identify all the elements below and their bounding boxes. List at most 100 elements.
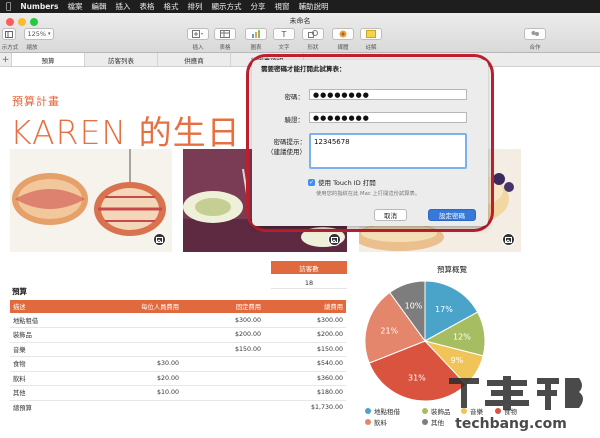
table-cell[interactable] bbox=[182, 356, 264, 372]
set-password-button[interactable]: 設定密碼 bbox=[428, 209, 476, 221]
legend-label: 地點租借 bbox=[374, 408, 400, 416]
guest-count-header[interactable]: 訪客數 bbox=[271, 261, 347, 274]
menu-item-share[interactable]: 分享 bbox=[250, 1, 265, 12]
table-cell[interactable]: $180.00 bbox=[264, 385, 346, 401]
menu-item-edit[interactable]: 編輯 bbox=[91, 1, 106, 12]
menu-app-name[interactable]: Numbers bbox=[20, 2, 58, 11]
verify-field[interactable]: ●●●●●●●● bbox=[309, 112, 467, 123]
collaborate-button[interactable] bbox=[524, 28, 546, 40]
apple-icon[interactable]:  bbox=[6, 2, 11, 12]
menu-item-file[interactable]: 檔案 bbox=[67, 1, 82, 12]
table-cell[interactable]: 食物 bbox=[10, 356, 96, 372]
shape-button[interactable] bbox=[302, 28, 324, 40]
zoom-label: 縮放 bbox=[26, 45, 38, 51]
budget-table[interactable]: 描述 每位人員費用 固定費用 總費用 地點租借 $300.00 $300.00 … bbox=[10, 300, 346, 415]
shape-label: 形狀 bbox=[307, 45, 319, 51]
table-cell[interactable]: $150.00 bbox=[264, 342, 346, 357]
total-label[interactable]: 總預算 bbox=[10, 399, 96, 415]
table-cell[interactable]: 裝飾品 bbox=[10, 327, 96, 343]
table-header-row: 描述 每位人員費用 固定費用 總費用 bbox=[10, 300, 346, 313]
chart-button[interactable] bbox=[245, 28, 267, 40]
table-cell[interactable]: $10.00 bbox=[96, 385, 182, 401]
svg-text:techbang.com: techbang.com bbox=[455, 416, 567, 432]
menu-item-window[interactable]: 視窗 bbox=[274, 1, 289, 12]
table-row: 食物 $30.00 $540.00 bbox=[10, 356, 346, 372]
tab-guest-list[interactable]: 訪客列表 bbox=[85, 53, 158, 66]
table-cell[interactable]: $360.00 bbox=[264, 371, 346, 386]
insert-button[interactable] bbox=[187, 28, 209, 40]
column-header-per-person[interactable]: 每位人員費用 bbox=[96, 300, 182, 313]
password-field[interactable]: ●●●●●●●● bbox=[309, 89, 467, 100]
legend-item: 飲料 bbox=[365, 417, 387, 427]
comment-icon bbox=[366, 30, 376, 38]
photo-lanterns[interactable] bbox=[10, 149, 172, 252]
table-row: 飲料 $20.00 $360.00 bbox=[10, 371, 346, 386]
lantern-image bbox=[10, 149, 172, 252]
table-cell[interactable]: $20.00 bbox=[96, 371, 182, 386]
table-cell[interactable] bbox=[182, 371, 264, 386]
table-cell[interactable]: 音樂 bbox=[10, 342, 96, 357]
hint-field[interactable]: 12345678 bbox=[309, 133, 467, 169]
guest-count-value[interactable]: 18 bbox=[271, 277, 347, 289]
image-icon bbox=[331, 236, 338, 243]
table-cell[interactable]: $200.00 bbox=[264, 327, 346, 343]
touch-id-note: 使用您的指紋在此 Mac 上打開這份試算表。 bbox=[316, 191, 421, 197]
collaborate-icon bbox=[531, 31, 539, 36]
menu-item-view[interactable]: 顯示方式 bbox=[211, 1, 241, 12]
menu-item-insert[interactable]: 插入 bbox=[115, 1, 130, 12]
add-sheet-button[interactable]: + bbox=[0, 53, 12, 66]
table-row: 音樂 $150.00 $150.00 bbox=[10, 342, 346, 357]
column-header-total[interactable]: 總費用 bbox=[264, 300, 346, 313]
table-cell[interactable] bbox=[96, 342, 182, 357]
table-row: 其他 $10.00 $180.00 bbox=[10, 385, 346, 401]
table-cell[interactable] bbox=[182, 399, 264, 415]
media-replace-button[interactable] bbox=[502, 233, 515, 246]
column-header-description[interactable]: 描述 bbox=[10, 300, 96, 313]
zoom-value: 125% bbox=[27, 30, 47, 38]
insert-icon bbox=[192, 30, 203, 38]
table-cell[interactable] bbox=[96, 399, 182, 415]
hint-label: 密碼提示： bbox=[273, 138, 307, 146]
sheet-title: 需要密碼才能打開此試算表： bbox=[261, 65, 346, 73]
table-cell[interactable]: 其他 bbox=[10, 385, 96, 401]
media-button[interactable] bbox=[332, 28, 354, 40]
media-replace-button[interactable] bbox=[328, 233, 341, 246]
chart-title: 預算概覽 bbox=[437, 265, 467, 274]
table-cell[interactable] bbox=[182, 385, 264, 401]
touch-id-label: 使用 Touch ID 打開 bbox=[318, 179, 376, 187]
cancel-button[interactable]: 取消 bbox=[374, 209, 407, 221]
table-cell[interactable]: 地點租借 bbox=[10, 313, 96, 328]
table-button[interactable] bbox=[214, 28, 236, 40]
table-cell[interactable]: $300.00 bbox=[182, 313, 264, 328]
table-cell[interactable]: $150.00 bbox=[182, 342, 264, 357]
media-icon bbox=[339, 30, 347, 38]
table-cell[interactable]: $540.00 bbox=[264, 356, 346, 372]
legend-swatch bbox=[422, 408, 428, 414]
collaborate-label: 合作 bbox=[529, 45, 541, 51]
table-cell[interactable]: 飲料 bbox=[10, 371, 96, 386]
table-cell[interactable] bbox=[96, 313, 182, 328]
shape-icon bbox=[308, 30, 318, 38]
tab-vendors[interactable]: 供應商 bbox=[158, 53, 231, 66]
table-cell[interactable]: $30.00 bbox=[96, 356, 182, 372]
media-replace-button[interactable] bbox=[153, 233, 166, 246]
password-sheet: 需要密碼才能打開此試算表： 密碼： ●●●●●●●● 驗證： ●●●●●●●● … bbox=[252, 60, 488, 226]
touch-id-checkbox[interactable]: ✓ bbox=[308, 178, 315, 186]
chart-icon bbox=[252, 30, 260, 38]
menu-item-arrange[interactable]: 排列 bbox=[187, 1, 202, 12]
table-cell[interactable]: $200.00 bbox=[182, 327, 264, 343]
column-header-fixed[interactable]: 固定費用 bbox=[182, 300, 264, 313]
touch-id-option[interactable]: ✓ 使用 Touch ID 打開 bbox=[308, 177, 376, 187]
table-cell[interactable]: $300.00 bbox=[264, 313, 346, 328]
text-button[interactable]: T bbox=[273, 28, 295, 40]
zoom-select[interactable]: 125% ▾ bbox=[24, 28, 54, 40]
image-icon bbox=[505, 236, 512, 243]
menu-item-format[interactable]: 格式 bbox=[163, 1, 178, 12]
total-value[interactable]: $1,730.00 bbox=[264, 399, 346, 415]
table-cell[interactable] bbox=[96, 327, 182, 343]
menu-item-help[interactable]: 輔助說明 bbox=[298, 1, 328, 12]
comment-button[interactable] bbox=[360, 28, 382, 40]
view-button[interactable] bbox=[2, 28, 16, 40]
tab-budget[interactable]: 預算 bbox=[12, 53, 85, 66]
menu-item-table[interactable]: 表格 bbox=[139, 1, 154, 12]
